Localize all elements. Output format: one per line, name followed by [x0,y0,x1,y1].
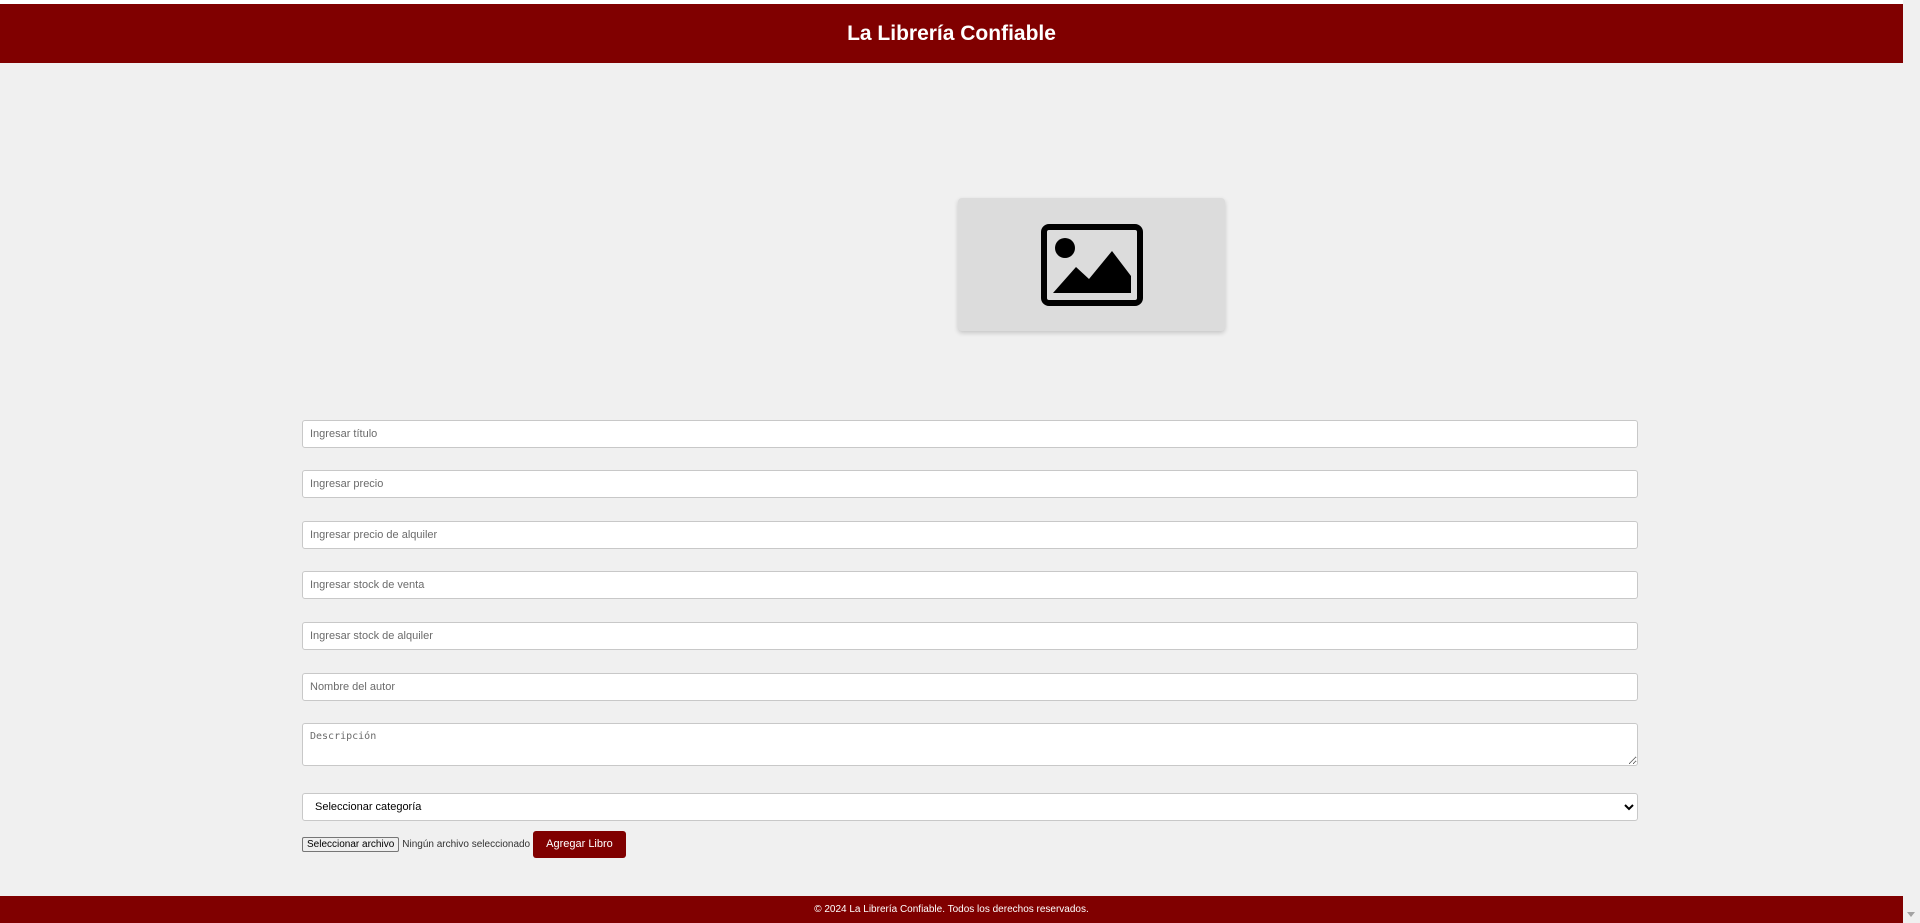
rental-price-input[interactable] [302,521,1638,549]
rental-stock-input[interactable] [302,622,1638,650]
site-header: La Librería Confiable [0,4,1903,63]
title-input[interactable] [302,420,1638,448]
vertical-scrollbar[interactable] [1903,0,1920,923]
site-title: La Librería Confiable [847,21,1056,45]
footer-copyright: © 2024 La Librería Confiable. Todos los … [814,904,1089,915]
page: La Librería Confiable Seleccionar catego… [0,0,1903,923]
choose-file-button[interactable]: Seleccionar archivo [302,836,400,852]
file-upload-row: Seleccionar archivo Ningún archivo selec… [302,830,626,858]
category-select[interactable]: Seleccionar categoría [302,793,1638,821]
author-input[interactable] [302,673,1638,701]
scroll-down-arrow-icon[interactable] [1907,912,1915,917]
image-preview [958,198,1225,331]
file-status-text: Ningún archivo seleccionado [402,838,531,850]
price-input[interactable] [302,470,1638,498]
site-footer: © 2024 La Librería Confiable. Todos los … [0,896,1903,923]
sale-stock-input[interactable] [302,571,1638,599]
description-textarea[interactable] [302,723,1638,766]
add-book-button[interactable]: Agregar Libro [533,830,626,858]
image-placeholder-icon [1040,223,1143,306]
